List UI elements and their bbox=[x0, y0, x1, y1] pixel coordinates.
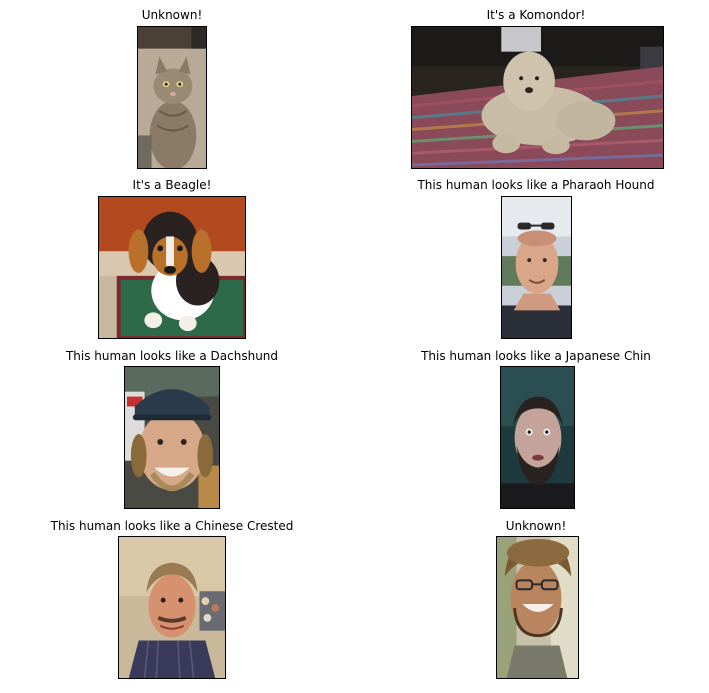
panel-3-dog-photo bbox=[98, 196, 246, 339]
panel-1-cat-photo bbox=[137, 26, 207, 169]
panel-6-human-photo bbox=[500, 366, 575, 509]
panel-5-title: This human looks like a Dachshund bbox=[65, 349, 279, 363]
panel-3-title: It's a Beagle! bbox=[132, 178, 212, 192]
panel-1-title: Unknown! bbox=[141, 8, 203, 22]
panel-4-title: This human looks like a Pharaoh Hound bbox=[417, 178, 655, 192]
panel-8-title: Unknown! bbox=[505, 519, 567, 533]
panel-7-human-photo bbox=[118, 536, 226, 679]
panel-2-dog-photo bbox=[411, 26, 664, 169]
panel-2-title: It's a Komondor! bbox=[486, 8, 586, 22]
panel-8-human-photo bbox=[496, 536, 579, 679]
panel-6-title: This human looks like a Japanese Chin bbox=[421, 349, 651, 363]
panel-5-human-photo bbox=[124, 366, 220, 509]
panel-4-human-photo bbox=[501, 196, 572, 339]
panel-7-title: This human looks like a Chinese Crested bbox=[50, 519, 294, 533]
